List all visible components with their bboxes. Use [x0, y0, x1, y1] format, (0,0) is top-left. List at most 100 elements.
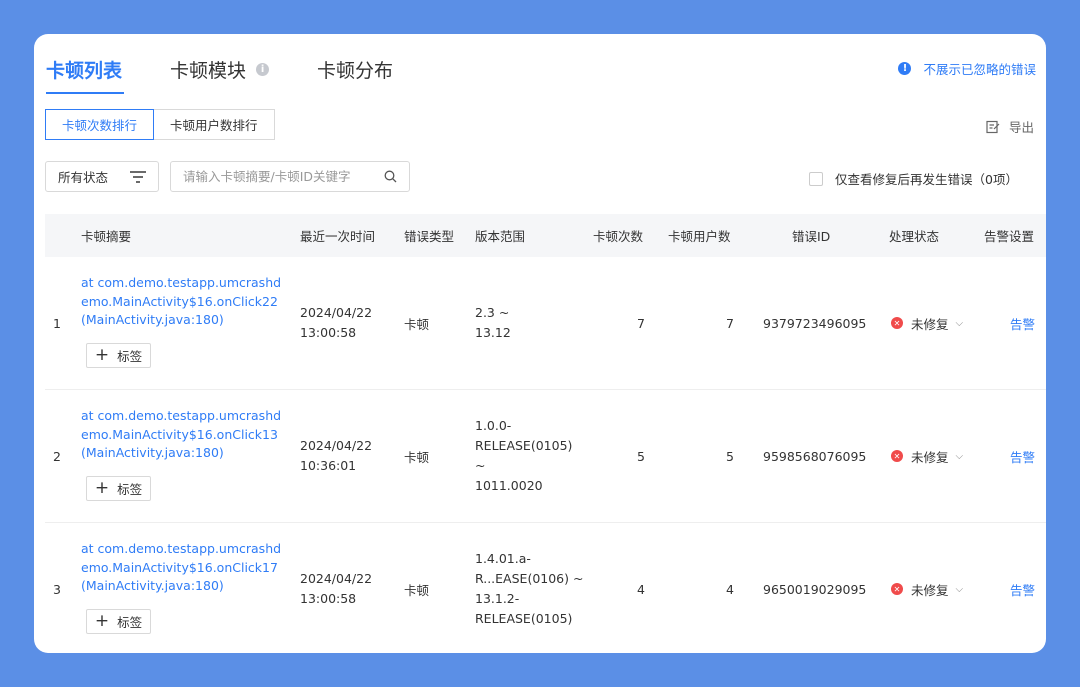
col-summary: 卡顿摘要 [81, 229, 132, 244]
col-last-time: 最近一次时间 [300, 229, 376, 244]
plus-icon: + [94, 478, 110, 498]
stutter-panel: 卡顿列表 卡顿模块 i 卡顿分布 ! 不展示已忽略的错误 卡顿次数排行 卡顿用户数… [34, 34, 1046, 653]
recur-only-checkbox[interactable] [809, 171, 824, 186]
version-line: 1.0.0- [475, 418, 512, 433]
last-date: 2024/04/22 [300, 438, 373, 453]
last-date: 2024/04/22 [300, 571, 373, 586]
row-index: 2 [53, 448, 61, 464]
info-icon: i [256, 62, 270, 76]
export-label: 导出 [1008, 120, 1034, 135]
version-line: 1.4.01.a- [475, 551, 531, 566]
stutter-summary-link[interactable]: at com.demo.testapp.umcrashdemo.MainActi… [81, 540, 286, 596]
row-index: 3 [53, 581, 61, 597]
tag-label: 标签 [117, 349, 143, 364]
version-line: 2.3 ~ [475, 305, 510, 320]
status-dropdown[interactable]: ✕ 未修复 ⌵ [891, 390, 963, 522]
stutter-count: 7 [637, 315, 645, 331]
table-row: 1 at com.demo.testapp.umcrashdemo.MainAc… [45, 257, 1046, 390]
version-line: 1011.0020 [475, 478, 543, 493]
version-range: 2.3 ~ 13.12 [475, 257, 585, 389]
col-version-range: 版本范围 [475, 229, 526, 244]
plus-icon: + [94, 611, 110, 631]
stutter-users: 5 [726, 448, 734, 464]
error-type: 卡顿 [404, 449, 430, 465]
hide-ignored-toggle[interactable]: ! 不展示已忽略的错误 [898, 59, 1036, 78]
rank-by-count-button[interactable]: 卡顿次数排行 [45, 109, 155, 140]
search-box [170, 161, 410, 192]
stutter-summary-link[interactable]: at com.demo.testapp.umcrashdemo.MainActi… [81, 407, 286, 463]
export-button[interactable]: 导出 [986, 117, 1034, 136]
tag-label: 标签 [117, 482, 143, 497]
recur-only-label: 仅查看修复后再发生错误（0项） [835, 172, 1018, 187]
error-status-icon: ✕ [891, 450, 903, 462]
status-dropdown[interactable]: ✕ 未修复 ⌵ [891, 523, 963, 653]
last-clock: 10:36:01 [300, 458, 357, 473]
rank-tabs: 卡顿次数排行 卡顿用户数排行 [45, 109, 275, 140]
error-type: 卡顿 [404, 316, 430, 332]
status-label: 未修复 [911, 582, 949, 598]
last-clock: 13:00:58 [300, 325, 357, 340]
last-date: 2024/04/22 [300, 305, 373, 320]
version-line: R...EASE(0106) ~ [475, 571, 584, 586]
active-tab-indicator [46, 92, 124, 94]
version-line: RELEASE(0105) ~ [475, 438, 573, 473]
stutter-count: 5 [637, 448, 645, 464]
add-tag-button[interactable]: + 标签 [86, 609, 151, 634]
recur-only-filter[interactable]: 仅查看修复后再发生错误（0项） [809, 169, 1018, 188]
table-row: 3 at com.demo.testapp.umcrashdemo.MainAc… [45, 523, 1046, 653]
version-range: 1.0.0- RELEASE(0105) ~ 1011.0020 [475, 390, 585, 522]
tab-stutter-list[interactable]: 卡顿列表 [46, 56, 122, 83]
status-label: 未修复 [911, 449, 949, 465]
chevron-down-icon: ⌵ [955, 583, 964, 595]
col-error-type: 错误类型 [404, 229, 455, 244]
search-input[interactable] [183, 169, 384, 184]
version-line: 13.12 [475, 325, 511, 340]
row-index: 1 [53, 315, 61, 331]
tab-stutter-distribution[interactable]: 卡顿分布 [317, 56, 393, 83]
stutter-users: 7 [726, 315, 734, 331]
last-clock: 13:00:58 [300, 591, 357, 606]
export-icon [986, 120, 1000, 133]
version-line: RELEASE(0105) [475, 611, 573, 626]
error-status-icon: ✕ [891, 583, 903, 595]
col-stutter-count: 卡顿次数 [593, 229, 644, 244]
hide-ignored-label: 不展示已忽略的错误 [923, 62, 1036, 77]
version-line: 13.1.2- [475, 591, 520, 606]
error-status-icon: ✕ [891, 317, 903, 329]
alarm-link[interactable]: 告警 [1010, 257, 1035, 389]
stutter-count: 4 [637, 581, 645, 597]
search-icon[interactable] [384, 170, 397, 183]
last-time: 2024/04/22 13:00:58 [300, 523, 372, 653]
error-id: 9379723496095 [763, 315, 867, 331]
col-status: 处理状态 [889, 229, 940, 244]
stutter-users: 4 [726, 581, 734, 597]
main-tabs: 卡顿列表 卡顿模块 i 卡顿分布 [46, 54, 441, 84]
table-header: 卡顿摘要 最近一次时间 错误类型 版本范围 卡顿次数 卡顿用户数 错误ID 处理… [45, 214, 1046, 257]
stutter-summary-link[interactable]: at com.demo.testapp.umcrashdemo.MainActi… [81, 274, 286, 330]
add-tag-button[interactable]: + 标签 [86, 476, 151, 501]
plus-icon: + [94, 345, 110, 365]
alarm-link[interactable]: 告警 [1010, 390, 1035, 522]
error-type: 卡顿 [404, 582, 430, 598]
alert-icon: ! [898, 62, 912, 75]
tab-label: 卡顿分布 [317, 59, 394, 82]
col-stutter-users: 卡顿用户数 [668, 229, 731, 244]
status-filter-value: 所有状态 [58, 170, 109, 185]
col-error-id: 错误ID [792, 229, 831, 244]
status-filter-select[interactable]: 所有状态 [45, 161, 159, 192]
error-id: 9598568076095 [763, 448, 867, 464]
tab-stutter-module[interactable]: 卡顿模块 i [170, 56, 270, 83]
add-tag-button[interactable]: + 标签 [86, 343, 151, 368]
col-alarm: 告警设置 [984, 229, 1035, 244]
tab-label: 卡顿模块 [170, 59, 247, 82]
tag-label: 标签 [117, 615, 143, 630]
last-time: 2024/04/22 10:36:01 [300, 390, 372, 522]
status-dropdown[interactable]: ✕ 未修复 ⌵ [891, 257, 963, 389]
tab-label: 卡顿列表 [46, 59, 123, 82]
error-id: 9650019029095 [763, 581, 867, 597]
version-range: 1.4.01.a- R...EASE(0106) ~ 13.1.2- RELEASE(… [475, 523, 585, 653]
alarm-link[interactable]: 告警 [1010, 523, 1035, 653]
status-label: 未修复 [911, 316, 949, 332]
filter-icon [130, 170, 146, 183]
rank-by-users-button[interactable]: 卡顿用户数排行 [154, 109, 275, 140]
